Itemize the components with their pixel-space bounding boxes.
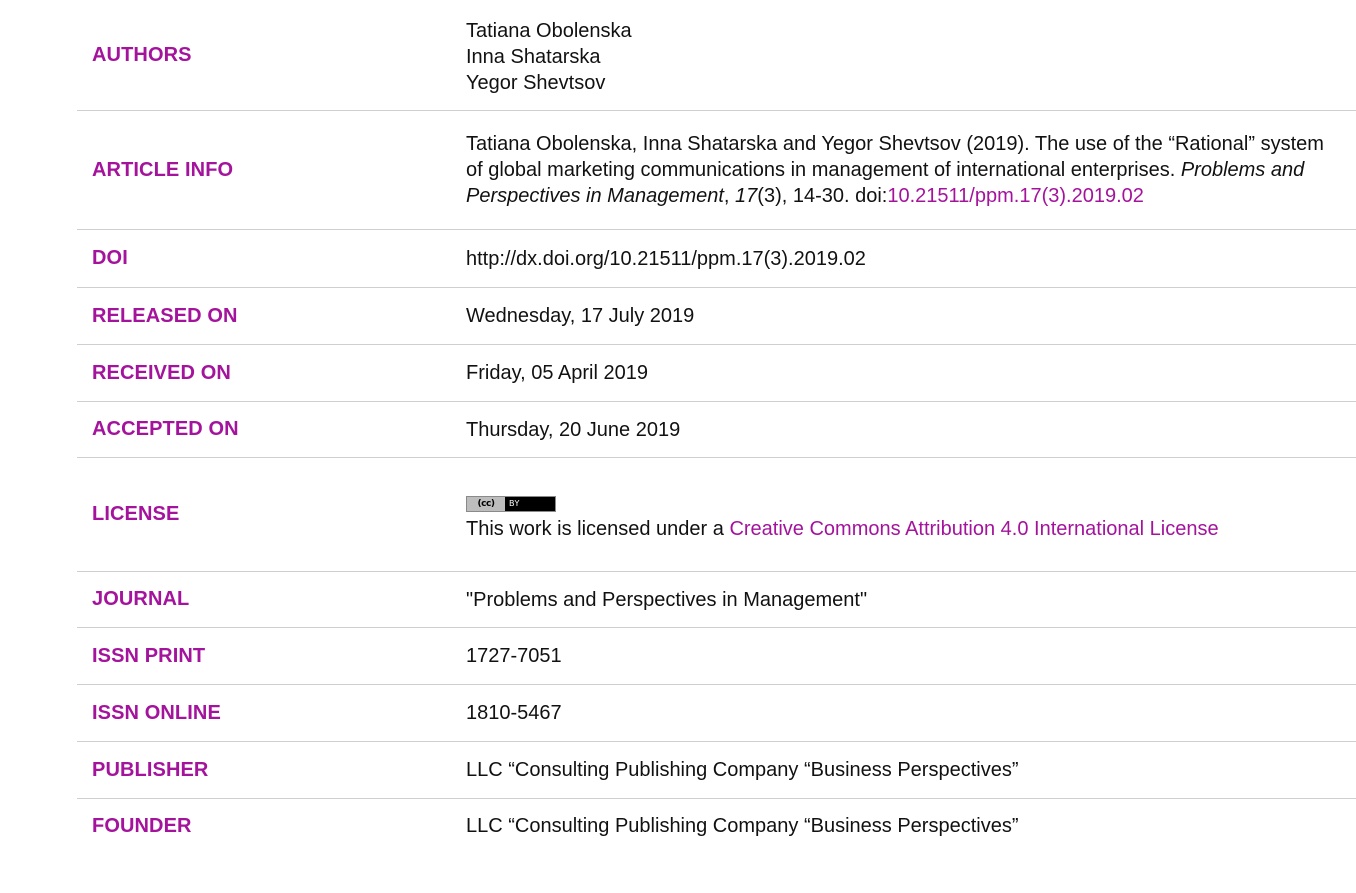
label-doi: DOI [92,247,128,269]
row-journal: JOURNAL "Problems and Perspectives in Ma… [77,572,1356,628]
citation-issue-pages: (3), 14-30. doi: [757,185,888,207]
row-issn-print: ISSN PRINT 1727-7051 [77,628,1356,685]
value-article-info: Tatiana Obolenska, Inna Shatarska and Ye… [466,131,1356,209]
value-doi: http://dx.doi.org/10.21511/ppm.17(3).201… [466,247,866,270]
value-released-on: Wednesday, 17 July 2019 [466,305,695,327]
row-doi: DOI http://dx.doi.org/10.21511/ppm.17(3)… [77,230,1356,288]
value-journal: "Problems and Perspectives in Management… [466,588,868,611]
value-issn-print: 1727-7051 [466,645,562,667]
cc-badge-right: BY [509,499,520,508]
row-accepted-on: ACCEPTED ON Thursday, 20 June 2019 [77,402,1356,458]
label-issn-online: ISSN ONLINE [92,701,221,724]
label-publisher: PUBLISHER [92,758,209,781]
metadata-table: AUTHORS Tatiana Obolenska Inna Shatarska… [77,0,1356,853]
row-received-on: RECEIVED ON Friday, 05 April 2019 [77,345,1356,402]
citation-comma: , [723,185,736,207]
cc-badge-left: (cc) [467,497,505,511]
row-article-info: ARTICLE INFO Tatiana Obolenska, Inna Sha… [77,111,1356,230]
label-article-info: ARTICLE INFO [92,158,234,181]
row-license: LICENSE (cc) BY This work is licensed un… [77,458,1356,572]
label-license: LICENSE [92,503,180,525]
value-founder: LLC “Consulting Publishing Company “Busi… [466,815,1019,837]
license-prefix: This work is licensed under a [466,518,730,540]
row-released-on: RELEASED ON Wednesday, 17 July 2019 [77,288,1356,345]
label-founder: FOUNDER [92,814,192,837]
article-metadata-sheet: AUTHORS Tatiana Obolenska Inna Shatarska… [0,0,1356,893]
author-name: Yegor Shevtsov [466,72,606,94]
label-authors: AUTHORS [92,43,192,66]
row-authors: AUTHORS Tatiana Obolenska Inna Shatarska… [77,0,1356,111]
author-name: Inna Shatarska [466,46,601,68]
value-publisher: LLC “Consulting Publishing Company “Busi… [466,759,1019,781]
author-name: Tatiana Obolenska [466,20,632,42]
value-received-on: Friday, 05 April 2019 [466,362,648,384]
label-received-on: RECEIVED ON [92,361,231,384]
cc-by-badge-icon: (cc) BY [466,496,556,512]
label-accepted-on: ACCEPTED ON [92,418,239,440]
row-issn-online: ISSN ONLINE 1810-5467 [77,685,1356,742]
citation-volume: 17 [735,185,758,207]
row-publisher: PUBLISHER LLC “Consulting Publishing Com… [77,742,1356,799]
value-issn-online: 1810-5467 [466,702,562,724]
license-link[interactable]: Creative Commons Attribution 4.0 Interna… [729,518,1218,540]
license-text: This work is licensed under a Creative C… [466,516,1326,542]
doi-link[interactable]: 10.21511/ppm.17(3).2019.02 [887,185,1144,207]
label-issn-print: ISSN PRINT [92,644,206,667]
label-released-on: RELEASED ON [92,304,238,327]
value-accepted-on: Thursday, 20 June 2019 [466,418,681,441]
row-founder: FOUNDER LLC “Consulting Publishing Compa… [77,799,1356,853]
value-license: (cc) BY This work is licensed under a Cr… [466,487,1356,542]
label-journal: JOURNAL [92,588,190,610]
value-authors: Tatiana Obolenska Inna Shatarska Yegor S… [466,14,1356,96]
